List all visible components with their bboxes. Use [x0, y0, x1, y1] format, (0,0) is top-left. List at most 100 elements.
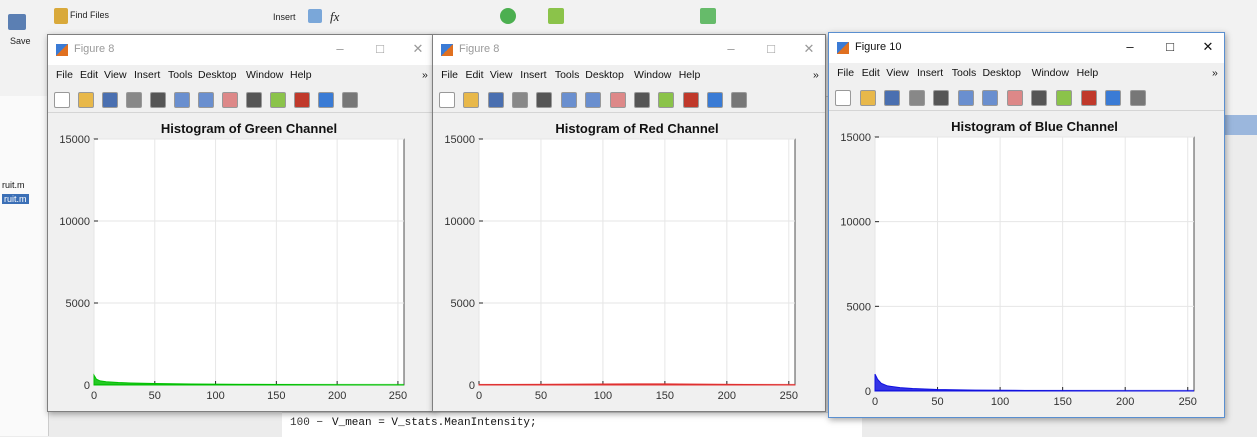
new-figure-icon[interactable]: [54, 92, 70, 108]
menu-view[interactable]: View: [490, 69, 513, 81]
menu-help[interactable]: Help: [1077, 67, 1099, 79]
menu-edit[interactable]: Edit: [862, 67, 880, 79]
menu-overflow-icon[interactable]: »: [422, 69, 428, 81]
zoom-in-icon[interactable]: [174, 92, 190, 108]
find-files-button[interactable]: Find Files: [70, 10, 109, 20]
menu-file[interactable]: File: [837, 67, 854, 79]
zoom-out-icon[interactable]: [982, 90, 999, 106]
new-figure-icon[interactable]: [835, 90, 851, 106]
rotate-icon[interactable]: [633, 92, 650, 108]
save-icon[interactable]: [8, 14, 26, 30]
zoom-in-icon[interactable]: [957, 90, 974, 106]
menu-view[interactable]: View: [886, 67, 909, 79]
minimize-button[interactable]: –: [721, 40, 741, 58]
menu-window[interactable]: Window: [246, 69, 283, 81]
file-item[interactable]: ruit.m: [2, 180, 25, 190]
minimize-button[interactable]: –: [330, 40, 350, 58]
menu-tools[interactable]: Tools: [952, 67, 977, 79]
print-icon[interactable]: [126, 92, 142, 108]
menu-file[interactable]: File: [56, 69, 73, 81]
code-line[interactable]: V_mean = V_stats.MeanIntensity;: [332, 417, 537, 429]
fx-button[interactable]: fx: [330, 9, 339, 25]
menu-insert[interactable]: Insert: [134, 69, 160, 81]
colorbar-icon[interactable]: [318, 92, 334, 108]
maximize-button[interactable]: □: [370, 40, 390, 58]
title-bar[interactable]: Figure 8 – □ ✕: [48, 35, 434, 65]
legend-icon[interactable]: [1129, 90, 1146, 106]
menu-overflow-icon[interactable]: »: [1212, 67, 1218, 79]
rotate-icon[interactable]: [1031, 90, 1048, 106]
find-files-icon[interactable]: [54, 8, 68, 24]
menu-tools[interactable]: Tools: [168, 69, 193, 81]
rotate-icon[interactable]: [246, 92, 262, 108]
data-cursor-icon[interactable]: [270, 92, 286, 108]
legend-icon[interactable]: [342, 92, 358, 108]
print-icon[interactable]: [512, 92, 529, 108]
figure-canvas: Histogram of Blue Channel 0 50 100 150 200 250…: [829, 111, 1224, 417]
menu-window[interactable]: Window: [1032, 67, 1069, 79]
menu-desktop[interactable]: Desktop: [982, 67, 1021, 79]
print-icon[interactable]: [908, 90, 925, 106]
pointer-icon[interactable]: [536, 92, 553, 108]
brush-icon[interactable]: [1080, 90, 1097, 106]
title-bar[interactable]: Figure 8 – □ ✕: [433, 35, 825, 65]
menu-file[interactable]: File: [441, 69, 458, 81]
open-file-icon[interactable]: [78, 92, 94, 108]
pan-icon[interactable]: [1006, 90, 1023, 106]
menu-desktop[interactable]: Desktop: [198, 69, 237, 81]
pan-icon[interactable]: [609, 92, 626, 108]
legend-icon[interactable]: [731, 92, 748, 108]
data-cursor-icon[interactable]: [1056, 90, 1073, 106]
menu-insert[interactable]: Insert: [917, 67, 943, 79]
insert-button[interactable]: Insert: [273, 12, 296, 22]
maximize-button[interactable]: □: [1160, 38, 1180, 56]
file-item-selected[interactable]: ruit.m: [2, 194, 29, 204]
save-figure-icon[interactable]: [884, 90, 901, 106]
menu-help[interactable]: Help: [679, 69, 701, 81]
save-figure-icon[interactable]: [487, 92, 504, 108]
save-button[interactable]: Save: [10, 36, 31, 46]
histogram-chart: Histogram of Blue Channel 0 50 100 150 200 250…: [840, 119, 1197, 408]
insert-icon[interactable]: [308, 9, 322, 23]
pointer-icon[interactable]: [933, 90, 950, 106]
open-file-icon[interactable]: [463, 92, 480, 108]
colorbar-icon[interactable]: [1105, 90, 1122, 106]
code-editor[interactable]: 100 − V_mean = V_stats.MeanIntensity;: [282, 412, 862, 437]
colorbar-icon[interactable]: [707, 92, 724, 108]
y-tick-label: 10000: [59, 216, 90, 228]
save-figure-icon[interactable]: [102, 92, 118, 108]
menu-help[interactable]: Help: [290, 69, 312, 81]
zoom-in-icon[interactable]: [560, 92, 577, 108]
figure-window-blue[interactable]: Figure 10 – □ ✕ File Edit View Insert Tools Deskt…: [828, 32, 1225, 418]
menu-overflow-icon[interactable]: »: [813, 69, 819, 81]
menu-bar: File Edit View Insert Tools Desktop Window Help…: [48, 65, 434, 87]
close-button[interactable]: ✕: [408, 40, 428, 58]
data-cursor-icon[interactable]: [658, 92, 675, 108]
menu-edit[interactable]: Edit: [80, 69, 98, 81]
advance-icon[interactable]: [700, 8, 716, 24]
open-file-icon[interactable]: [859, 90, 876, 106]
section-icon[interactable]: [548, 8, 564, 24]
zoom-out-icon[interactable]: [198, 92, 214, 108]
close-button[interactable]: ✕: [799, 40, 819, 58]
menu-tools[interactable]: Tools: [555, 69, 580, 81]
new-figure-icon[interactable]: [439, 92, 455, 108]
menu-insert[interactable]: Insert: [520, 69, 546, 81]
pointer-icon[interactable]: [150, 92, 166, 108]
pan-icon[interactable]: [222, 92, 238, 108]
menu-view[interactable]: View: [104, 69, 127, 81]
figure-window-green[interactable]: Figure 8 – □ ✕ File Edit View Insert Tools Deskto…: [47, 34, 435, 412]
menu-edit[interactable]: Edit: [465, 69, 483, 81]
maximize-button[interactable]: □: [761, 40, 781, 58]
figure-window-red[interactable]: Figure 8 – □ ✕ File Edit View Insert Tools Deskto…: [432, 34, 826, 412]
brush-icon[interactable]: [294, 92, 310, 108]
menu-window[interactable]: Window: [634, 69, 671, 81]
zoom-out-icon[interactable]: [585, 92, 602, 108]
plot-area: [874, 136, 1195, 392]
minimize-button[interactable]: –: [1120, 38, 1140, 56]
menu-desktop[interactable]: Desktop: [585, 69, 624, 81]
close-button[interactable]: ✕: [1198, 38, 1218, 56]
title-bar[interactable]: Figure 10 – □ ✕: [829, 33, 1224, 63]
run-icon[interactable]: [500, 8, 516, 24]
brush-icon[interactable]: [682, 92, 699, 108]
